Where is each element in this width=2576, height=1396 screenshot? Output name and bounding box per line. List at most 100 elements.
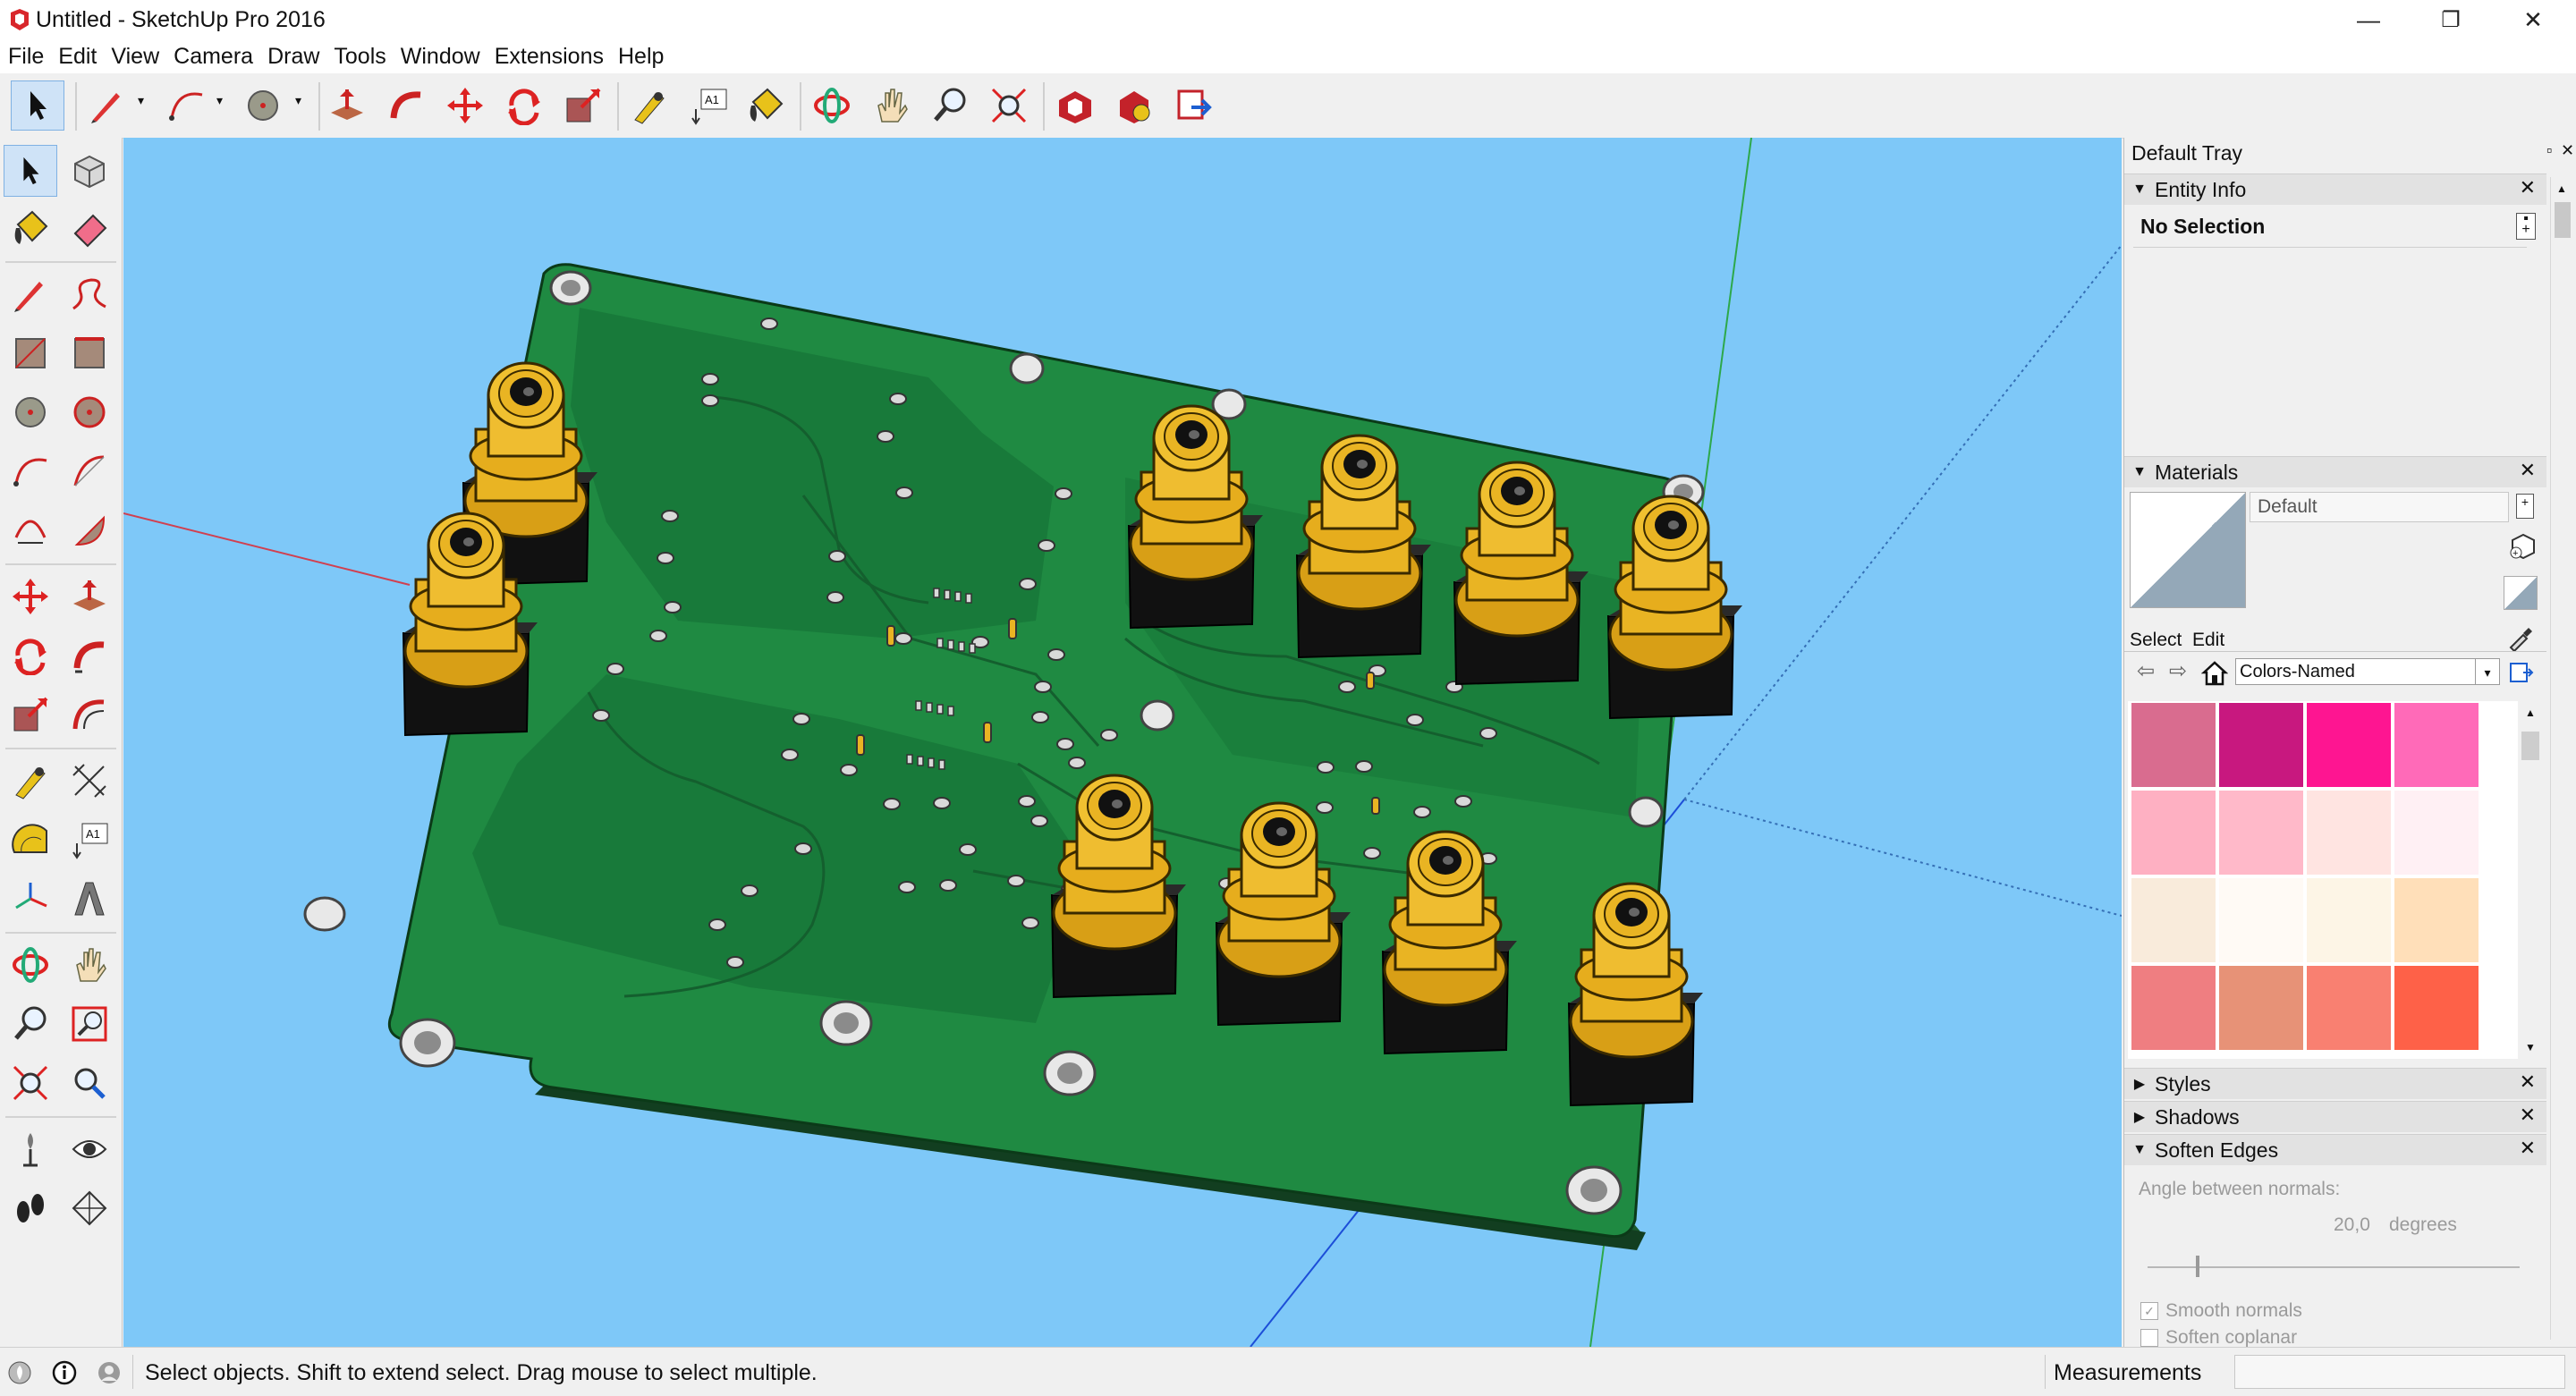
create-material-icon[interactable]: + bbox=[2516, 494, 2534, 519]
orbit-tool[interactable] bbox=[4, 939, 57, 991]
credits-info-icon[interactable] bbox=[52, 1360, 77, 1385]
look-around-tool[interactable] bbox=[63, 1123, 116, 1175]
two-point-arc-tool[interactable] bbox=[63, 445, 116, 497]
angle-slider-track[interactable] bbox=[2148, 1266, 2520, 1268]
pan-tool[interactable] bbox=[63, 939, 116, 991]
geo-location-icon[interactable] bbox=[7, 1360, 32, 1385]
user-account-icon[interactable] bbox=[97, 1360, 122, 1385]
3d-text-tool[interactable] bbox=[63, 873, 116, 925]
rotate-tool[interactable] bbox=[4, 630, 57, 681]
offset-tool[interactable] bbox=[63, 689, 116, 740]
material-swatch[interactable] bbox=[2394, 966, 2479, 1050]
close-button[interactable]: ✕ bbox=[2492, 0, 2574, 39]
back-arrow-icon[interactable]: ⇦ bbox=[2137, 658, 2155, 684]
menu-camera[interactable]: Camera bbox=[165, 39, 259, 73]
details-menu-icon[interactable] bbox=[2509, 660, 2534, 685]
move-tool-button[interactable] bbox=[438, 80, 492, 131]
arc-tool[interactable] bbox=[4, 445, 57, 497]
polygon-tool[interactable] bbox=[63, 386, 116, 438]
zoom-tool[interactable] bbox=[4, 998, 57, 1050]
model-viewport[interactable] bbox=[123, 138, 2122, 1347]
previous-view-tool[interactable] bbox=[63, 1057, 116, 1109]
panel-close-icon[interactable]: ✕ bbox=[2520, 1104, 2536, 1127]
make-component-tool[interactable] bbox=[63, 145, 116, 197]
menu-extensions[interactable]: Extensions bbox=[487, 39, 610, 73]
swatch-scrollbar[interactable]: ▲ ▼ bbox=[2518, 701, 2543, 1059]
send-to-layout-button[interactable] bbox=[1166, 80, 1220, 131]
entity-info-header[interactable]: ▼ Entity Info ✕ bbox=[2124, 173, 2546, 205]
orbit-tool-button[interactable] bbox=[805, 80, 859, 131]
protractor-tool[interactable] bbox=[4, 814, 57, 866]
menu-draw[interactable]: Draw bbox=[259, 39, 326, 73]
rotated-rectangle-tool[interactable] bbox=[63, 327, 116, 379]
eraser-tool[interactable] bbox=[63, 202, 116, 254]
default-material-swatch[interactable] bbox=[2504, 576, 2538, 610]
forward-arrow-icon[interactable]: ⇨ bbox=[2169, 658, 2187, 684]
zoom-extents-tool-button[interactable] bbox=[982, 80, 1036, 131]
tray-pin-icon[interactable]: ▫ bbox=[2546, 141, 2552, 160]
material-swatch[interactable] bbox=[2394, 703, 2479, 787]
styles-header[interactable]: ▶ Styles ✕ bbox=[2124, 1068, 2546, 1099]
position-camera-tool[interactable] bbox=[4, 1123, 57, 1175]
menu-view[interactable]: View bbox=[103, 39, 165, 73]
menu-help[interactable]: Help bbox=[610, 39, 670, 73]
scale-tool-button[interactable] bbox=[556, 80, 610, 131]
axes-tool[interactable] bbox=[4, 873, 57, 925]
3d-warehouse-button[interactable] bbox=[1048, 80, 1102, 131]
menu-edit[interactable]: Edit bbox=[50, 39, 103, 73]
paint-bucket-tool-button[interactable] bbox=[739, 80, 792, 131]
zoom-extents-tool[interactable] bbox=[4, 1057, 57, 1109]
scale-tool[interactable] bbox=[4, 689, 57, 740]
push-pull-tool-button[interactable] bbox=[320, 80, 374, 131]
panel-close-icon[interactable]: ✕ bbox=[2520, 176, 2536, 199]
tape-measure-tool[interactable] bbox=[4, 755, 57, 807]
move-tool[interactable] bbox=[4, 571, 57, 622]
details-toggle-icon[interactable]: ▪ + bbox=[2516, 212, 2536, 240]
material-swatch[interactable] bbox=[2219, 791, 2303, 875]
pencil-dropdown-icon[interactable]: ▾ bbox=[138, 93, 144, 108]
extension-warehouse-button[interactable] bbox=[1107, 80, 1161, 131]
select-tool-button[interactable] bbox=[11, 80, 64, 131]
menu-window[interactable]: Window bbox=[393, 39, 487, 73]
text-tool[interactable]: A1 bbox=[63, 814, 116, 866]
eyedropper-icon[interactable] bbox=[2507, 624, 2534, 651]
tape-measure-tool-button[interactable] bbox=[623, 80, 676, 131]
walk-tool[interactable] bbox=[4, 1182, 57, 1234]
dimension-tool[interactable] bbox=[63, 755, 116, 807]
panel-close-icon[interactable]: ✕ bbox=[2520, 459, 2536, 482]
circle-tool-button[interactable] bbox=[236, 80, 290, 131]
angle-slider-handle[interactable] bbox=[2196, 1256, 2199, 1277]
material-name-field[interactable]: Default bbox=[2250, 492, 2509, 522]
material-swatch[interactable] bbox=[2307, 966, 2391, 1050]
tray-close-icon[interactable]: ✕ bbox=[2561, 141, 2574, 160]
materials-edit-tab[interactable]: Edit bbox=[2192, 630, 2224, 651]
panel-close-icon[interactable]: ✕ bbox=[2520, 1070, 2536, 1094]
materials-select-tab[interactable]: Select bbox=[2130, 630, 2182, 651]
arc-dropdown-icon[interactable]: ▾ bbox=[216, 93, 223, 108]
shadows-header[interactable]: ▶ Shadows ✕ bbox=[2124, 1101, 2546, 1132]
pencil-tool[interactable] bbox=[4, 268, 57, 320]
pie-tool[interactable] bbox=[63, 504, 116, 556]
material-library-select[interactable]: Colors-Named bbox=[2235, 658, 2477, 685]
add-material-icon[interactable]: + bbox=[2509, 531, 2538, 560]
maximize-button[interactable]: ❐ bbox=[2410, 0, 2492, 39]
material-swatch[interactable] bbox=[2131, 966, 2216, 1050]
material-swatch[interactable] bbox=[2307, 703, 2391, 787]
rotate-tool-button[interactable] bbox=[497, 80, 551, 131]
material-swatch[interactable] bbox=[2219, 966, 2303, 1050]
material-swatch[interactable] bbox=[2131, 791, 2216, 875]
soften-coplanar-checkbox[interactable] bbox=[2140, 1329, 2158, 1347]
arc-tool-button[interactable] bbox=[159, 80, 213, 131]
smooth-normals-checkbox[interactable]: ✓ bbox=[2140, 1302, 2158, 1320]
three-point-arc-tool[interactable] bbox=[4, 504, 57, 556]
menu-tools[interactable]: Tools bbox=[326, 39, 392, 73]
freehand-tool[interactable] bbox=[63, 268, 116, 320]
dropdown-arrow-icon[interactable]: ▾ bbox=[2475, 658, 2500, 685]
menu-file[interactable]: File bbox=[0, 39, 50, 73]
text-tool-button[interactable]: A1 bbox=[682, 80, 735, 131]
pan-tool-button[interactable] bbox=[864, 80, 918, 131]
minimize-button[interactable]: — bbox=[2327, 0, 2410, 39]
material-swatch[interactable] bbox=[2131, 703, 2216, 787]
zoom-tool-button[interactable] bbox=[923, 80, 977, 131]
section-plane-tool[interactable] bbox=[63, 1182, 116, 1234]
